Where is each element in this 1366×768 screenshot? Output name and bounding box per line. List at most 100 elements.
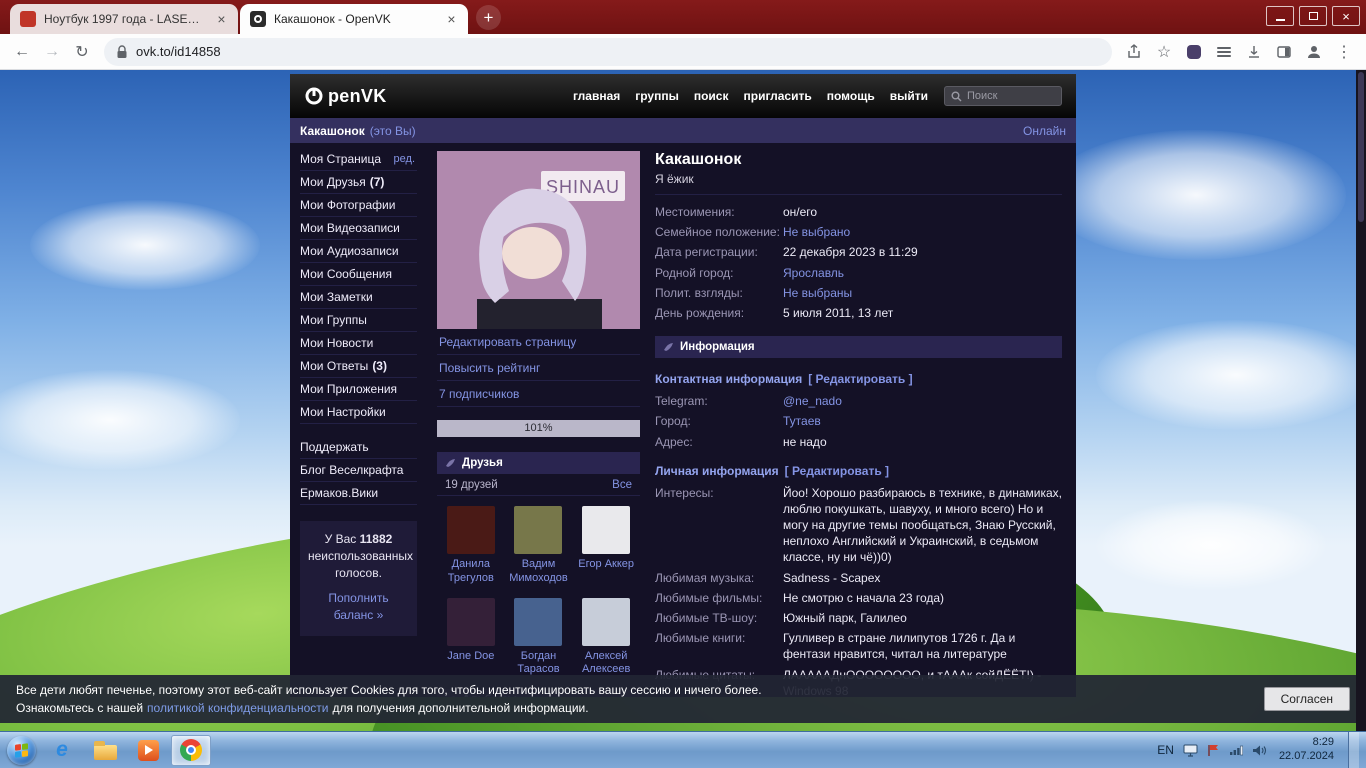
friends-all-link[interactable]: Все xyxy=(612,479,632,491)
contact-edit-link[interactable]: [ Редактировать ] xyxy=(808,372,912,386)
back-button[interactable]: ← xyxy=(8,38,36,66)
window-maximize-button[interactable] xyxy=(1299,6,1327,26)
refresh-button[interactable]: ↻ xyxy=(68,38,96,66)
field-value-link[interactable]: Тутаев xyxy=(783,413,1062,429)
address-bar[interactable]: ovk.to/id14858 xyxy=(104,38,1112,66)
tray-flag-icon[interactable] xyxy=(1207,744,1220,757)
browser-tab-active[interactable]: Какашонок - OpenVK × xyxy=(240,4,468,34)
taskbar-ie-icon[interactable]: e xyxy=(42,735,82,766)
clock-date: 22.07.2024 xyxy=(1279,750,1334,764)
download-icon[interactable] xyxy=(1240,38,1268,66)
show-desktop-button[interactable] xyxy=(1348,732,1359,768)
page-body: Моя Страницаред. Мои Друзья(7) Мои Фотог… xyxy=(290,143,1076,697)
new-tab-button[interactable]: + xyxy=(476,5,501,30)
sidebar-item-answers[interactable]: Мои Ответы(3) xyxy=(300,355,417,378)
nav-search[interactable]: поиск xyxy=(694,89,729,103)
windows-taskbar: e EN 8:29 22.07.2024 xyxy=(0,731,1366,768)
page-scrollbar[interactable] xyxy=(1356,70,1366,731)
top-up-balance-link[interactable]: Пополнить баланс » xyxy=(308,590,409,624)
sidebar-item-donate[interactable]: Поддержать xyxy=(300,436,417,459)
friend-tile[interactable]: Вадим Мимоходов xyxy=(507,506,571,586)
window-close-button[interactable]: × xyxy=(1332,6,1360,26)
sidebar-item-my-page[interactable]: Моя Страницаред. xyxy=(300,148,417,171)
share-icon[interactable] xyxy=(1120,38,1148,66)
language-indicator[interactable]: EN xyxy=(1157,743,1174,757)
site-search-box[interactable] xyxy=(944,86,1062,106)
sidebar-item-videos[interactable]: Мои Видеозаписи xyxy=(300,217,417,240)
browser-tab-inactive[interactable]: Ноутбук 1997 года - LASER RET × xyxy=(10,4,238,34)
subscribers-link[interactable]: 7 подписчиков xyxy=(437,381,640,407)
friend-tile[interactable]: Jane Doe xyxy=(439,598,503,678)
nav-invite[interactable]: пригласить xyxy=(743,89,811,103)
taskbar-media-player-icon[interactable] xyxy=(128,735,168,766)
volume-icon[interactable] xyxy=(1252,744,1267,757)
profile-avatar[interactable]: SHINAU xyxy=(437,151,640,329)
profile-status[interactable]: Я ёжик xyxy=(655,172,1062,195)
taskbar-clock[interactable]: 8:29 22.07.2024 xyxy=(1279,736,1334,764)
start-button[interactable] xyxy=(3,734,39,766)
friend-avatar[interactable] xyxy=(447,506,495,554)
network-icon[interactable] xyxy=(1229,744,1243,756)
desktop-screen: Ноутбук 1997 года - LASER RET × Какашоно… xyxy=(0,0,1366,768)
friend-avatar[interactable] xyxy=(582,506,630,554)
sidebar-item-wiki[interactable]: Ермаков.Вики xyxy=(300,482,417,505)
nav-logout[interactable]: выйти xyxy=(890,89,928,103)
sidebar-item-photos[interactable]: Мои Фотографии xyxy=(300,194,417,217)
friend-avatar[interactable] xyxy=(447,598,495,646)
edit-link[interactable]: ред. xyxy=(394,153,415,165)
sidebar-item-friends[interactable]: Мои Друзья(7) xyxy=(300,171,417,194)
field-value-link[interactable]: Не выбрано xyxy=(783,224,1062,240)
openvk-logo[interactable]: penVK xyxy=(304,86,387,107)
taskbar-browser-active-icon[interactable] xyxy=(171,735,211,766)
sidebar-item-groups[interactable]: Мои Группы xyxy=(300,309,417,332)
scrollbar-thumb[interactable] xyxy=(1358,72,1364,222)
media-player-icon xyxy=(138,740,159,761)
friend-avatar[interactable] xyxy=(582,598,630,646)
privacy-policy-link[interactable]: политикой конфиденциальности xyxy=(147,701,328,715)
close-tab-icon[interactable]: × xyxy=(443,11,460,28)
tray-monitor-icon[interactable] xyxy=(1183,744,1198,757)
extension-icon-1[interactable] xyxy=(1180,38,1208,66)
profile-icon[interactable] xyxy=(1300,38,1328,66)
friend-tile[interactable]: Данила Трегулов xyxy=(439,506,503,586)
windows-flag-icon xyxy=(15,743,28,757)
field-value: Гулливер в стране лилипутов 1726 г. Да и… xyxy=(783,630,1062,662)
personal-edit-link[interactable]: [ Редактировать ] xyxy=(785,464,889,478)
field-value: он/его xyxy=(783,204,1062,220)
friends-grid: Данила Трегулов Вадим Мимоходов Егор Акк… xyxy=(437,496,640,685)
cookie-accept-button[interactable]: Согласен xyxy=(1264,687,1350,711)
sidebar-item-news[interactable]: Мои Новости xyxy=(300,332,417,355)
sidebar-item-notes[interactable]: Мои Заметки xyxy=(300,286,417,309)
extension-icon-2[interactable] xyxy=(1210,38,1238,66)
friend-avatar[interactable] xyxy=(514,506,562,554)
menu-kebab-icon[interactable]: ⋮ xyxy=(1330,38,1358,66)
edit-page-link[interactable]: Редактировать страницу xyxy=(437,329,640,355)
field-value-link[interactable]: @ne_nado xyxy=(783,393,1062,409)
friend-tile[interactable]: Алексей Алексеев xyxy=(574,598,638,678)
boost-rating-link[interactable]: Повысить рейтинг xyxy=(437,355,640,381)
field-value-link[interactable]: Ярославль xyxy=(783,265,1062,281)
friend-avatar[interactable] xyxy=(514,598,562,646)
nav-help[interactable]: помощь xyxy=(827,89,875,103)
bookmark-star-icon[interactable]: ☆ xyxy=(1150,38,1178,66)
window-minimize-button[interactable] xyxy=(1266,6,1294,26)
side-panel-icon[interactable] xyxy=(1270,38,1298,66)
nav-groups[interactable]: группы xyxy=(635,89,679,103)
sidebar-item-settings[interactable]: Мои Настройки xyxy=(300,401,417,424)
friend-tile[interactable]: Богдан Тарасов xyxy=(507,598,571,678)
sidebar-item-apps[interactable]: Мои Приложения xyxy=(300,378,417,401)
friend-tile[interactable]: Егор Аккер xyxy=(574,506,638,586)
forward-button[interactable]: → xyxy=(38,38,66,66)
taskbar-explorer-icon[interactable] xyxy=(85,735,125,766)
breadcrumb-you-label: (это Вы) xyxy=(370,124,416,138)
search-input[interactable] xyxy=(967,90,1052,102)
sidebar-item-blog[interactable]: Блог Веселкрафта xyxy=(300,459,417,482)
rating-bar: 101% xyxy=(437,420,640,437)
url-text: ovk.to/id14858 xyxy=(136,44,221,59)
nav-home[interactable]: главная xyxy=(573,89,620,103)
field-value-link[interactable]: Не выбраны xyxy=(783,285,1062,301)
close-tab-icon[interactable]: × xyxy=(213,11,230,28)
sidebar-item-audios[interactable]: Мои Аудиозаписи xyxy=(300,240,417,263)
field-value: Йоо! Хорошо разбираюсь в технике, в дина… xyxy=(783,485,1062,566)
sidebar-item-messages[interactable]: Мои Сообщения xyxy=(300,263,417,286)
